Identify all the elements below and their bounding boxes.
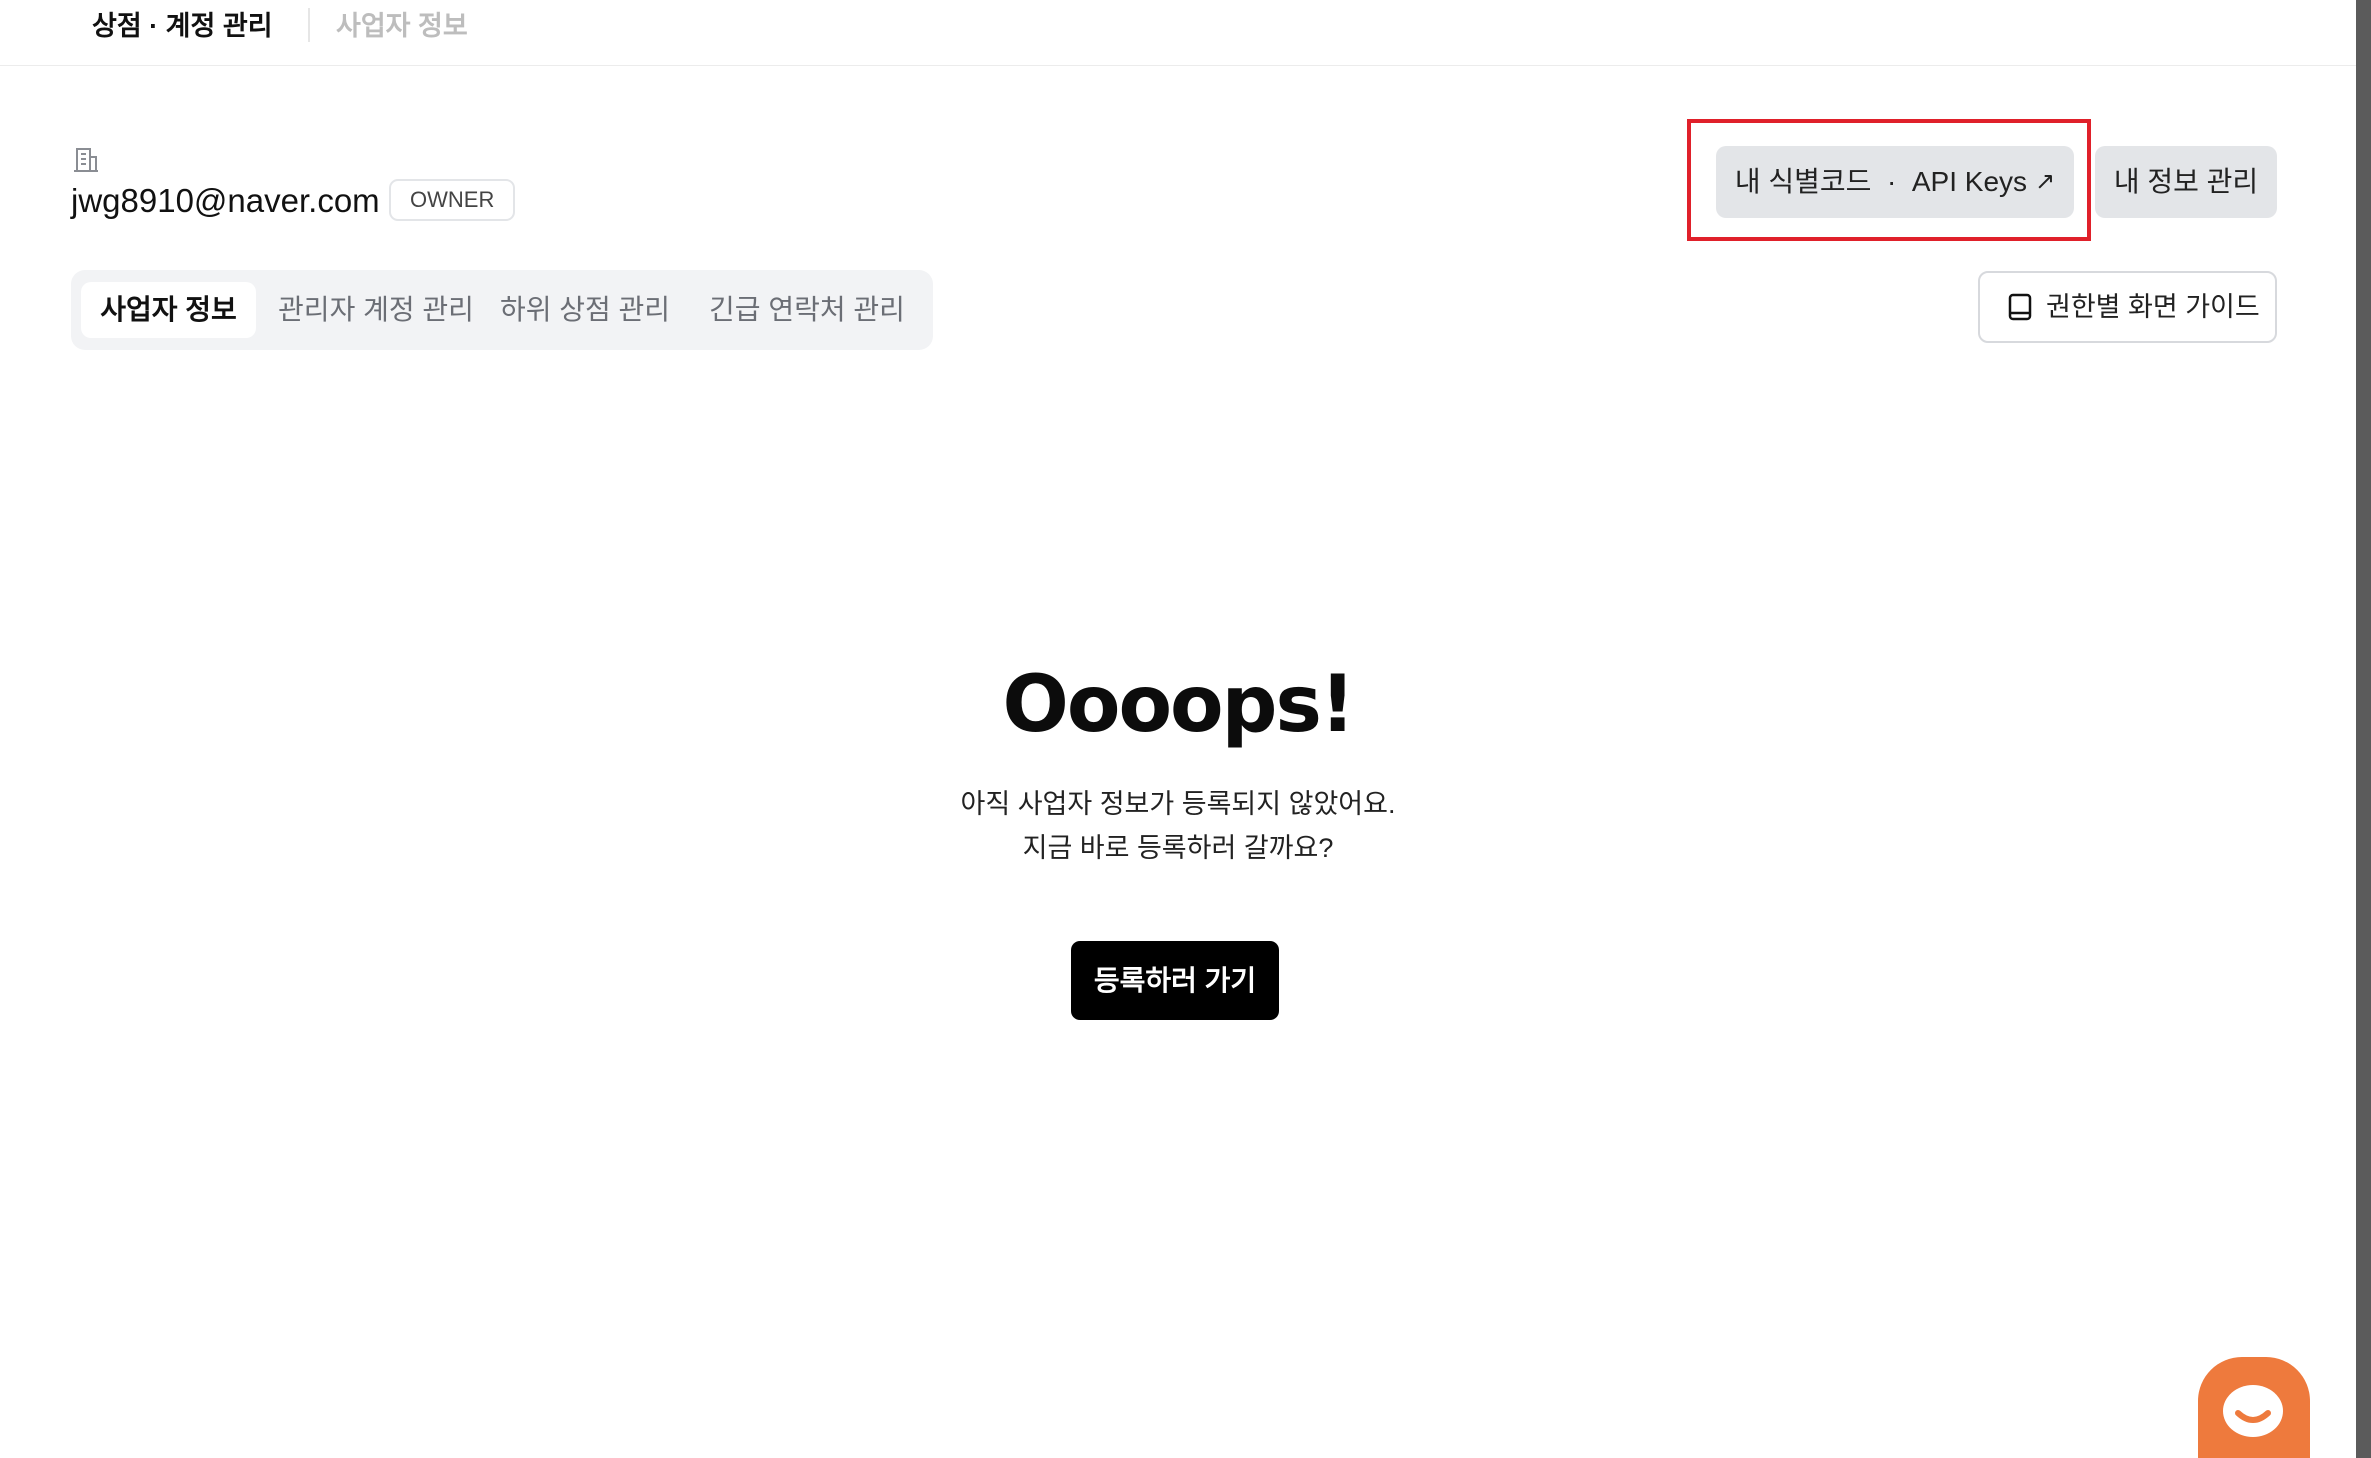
breadcrumb-section[interactable]: 상점 · 계정 관리	[92, 8, 273, 44]
empty-state-title: Oooops!	[1002, 660, 1356, 750]
register-button[interactable]: 등록하러 가기	[1071, 941, 1279, 1020]
tab-bar: 사업자 정보 관리자 계정 관리 하위 상점 관리 긴급 연락처 관리	[71, 270, 933, 350]
tab-emergency-contacts[interactable]: 긴급 연락처 관리	[693, 282, 921, 338]
top-bar: 상점 · 계정 관리 사업자 정보	[0, 0, 2356, 66]
account-email: jwg8910@naver.com	[71, 182, 380, 219]
tab-sub-stores[interactable]: 하위 상점 관리	[496, 282, 674, 338]
role-guide-label: 권한별 화면 가이드	[2046, 292, 2260, 322]
api-keys-label: 내 식별코드 · API Keys	[1734, 166, 2028, 197]
empty-state-prompt: 지금 바로 등록하러 갈까요?	[1022, 833, 1334, 863]
chat-button[interactable]	[2198, 1357, 2310, 1458]
my-info-button[interactable]: 내 정보 관리	[2095, 146, 2277, 218]
breadcrumb-divider	[308, 8, 310, 42]
tab-admin-accounts[interactable]: 관리자 계정 관리	[276, 282, 476, 338]
scrollbar[interactable]	[2356, 0, 2371, 1458]
role-badge: OWNER	[389, 179, 516, 221]
role-guide-button[interactable]: 권한별 화면 가이드	[1978, 271, 2277, 343]
api-keys-button[interactable]: 내 식별코드 · API Keys ↗	[1716, 146, 2074, 218]
chat-face-icon	[2223, 1385, 2283, 1437]
building-icon	[74, 148, 98, 172]
book-icon	[2008, 293, 2032, 321]
external-arrow-icon: ↗	[2035, 168, 2056, 195]
empty-state-message: 아직 사업자 정보가 등록되지 않았어요.	[960, 789, 1396, 819]
tab-business-info[interactable]: 사업자 정보	[81, 282, 256, 338]
breadcrumb-current: 사업자 정보	[336, 11, 468, 41]
